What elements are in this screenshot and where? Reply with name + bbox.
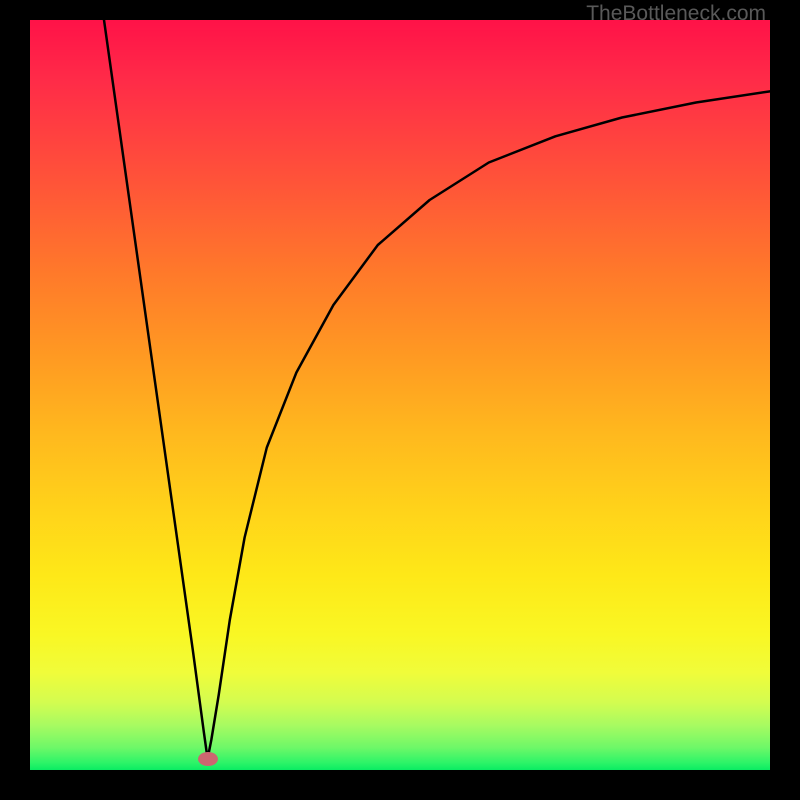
watermark-text: TheBottleneck.com	[586, 2, 766, 26]
chart-container: TheBottleneck.com	[0, 0, 800, 800]
optimum-marker	[198, 752, 218, 766]
bottleneck-curve	[30, 20, 770, 770]
